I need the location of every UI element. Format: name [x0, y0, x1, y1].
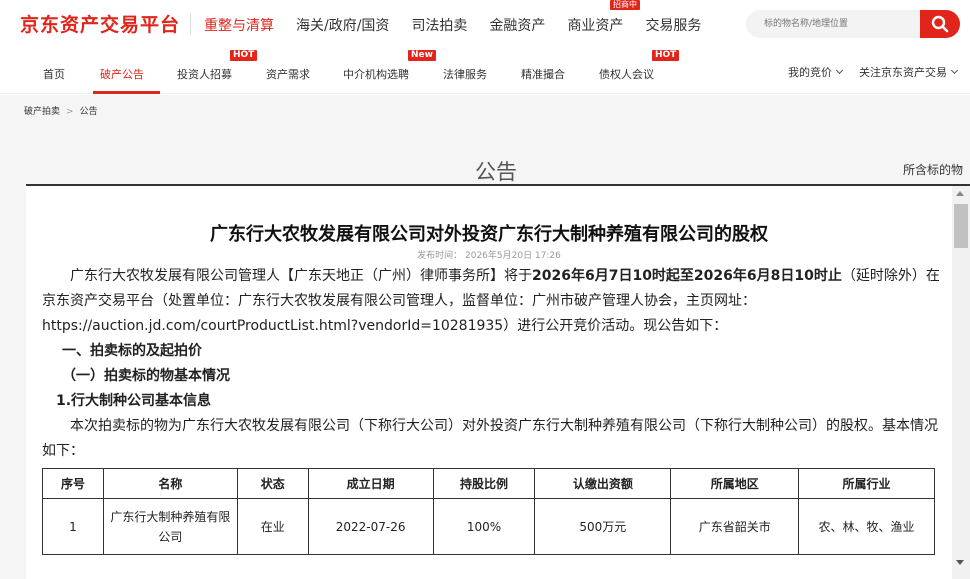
table-header: 认缴出资额 — [534, 468, 672, 499]
table-cell: 1 — [42, 498, 104, 555]
related-items-title: 所含标的物 — [903, 163, 964, 177]
topnav-item-judicial-auction[interactable]: 司法拍卖 — [411, 15, 467, 35]
subsection-heading: （一）拍卖标的物基本情况 — [62, 368, 230, 384]
subnav-item-asset-demand[interactable]: 资产需求 — [266, 66, 310, 82]
active-tab-underline — [93, 91, 160, 94]
equity-info-table: 序号 名称 状态 成立日期 持股比例 认缴出资额 所属地区 所属行业 1 广东行… — [42, 468, 935, 555]
subnav-item-home[interactable]: 首页 — [43, 66, 65, 82]
breadcrumb-current: 公告 — [79, 107, 98, 117]
recruiting-badge: 招商中 — [610, 0, 640, 10]
top-bar: 京东资产交易平台 重整与清算 海关/政府/国资 司法拍卖 金融资产 商业资产 交… — [0, 0, 970, 46]
search-icon — [931, 15, 949, 33]
secondary-nav: 首页 破产公告 投资人招募 资产需求 中介机构选聘 法律服务 精准撮合 债权人会… — [0, 46, 970, 94]
topnav-item-customs-gov[interactable]: 海关/政府/国资 — [296, 15, 389, 35]
subnav-item-investor-recruitment[interactable]: 投资人招募 — [177, 66, 232, 82]
section-heading: 一、拍卖标的及起拍价 — [62, 343, 202, 359]
topnav-item-financial-assets[interactable]: 金融资产 — [489, 15, 545, 35]
table-header: 成立日期 — [307, 468, 434, 499]
page-heading: 公告 — [475, 160, 517, 184]
announcement-panel: 广东行大农牧发展有限公司对外投资广东行大制种养殖有限公司的股权 发布时间： 20… — [26, 186, 952, 579]
scroll-down-arrow-icon[interactable] — [956, 560, 964, 565]
my-bids-label: 我的竞价 — [788, 66, 832, 79]
scroll-up-arrow-icon[interactable] — [956, 191, 964, 196]
table-header: 序号 — [42, 468, 104, 499]
scroll-thumb[interactable] — [954, 204, 968, 248]
breadcrumb: 破产拍卖 > 公告 — [24, 104, 98, 117]
table-header: 名称 — [102, 468, 238, 499]
publish-time: 发布时间： 2026年5月20日 17:26 — [417, 251, 561, 261]
table-header: 所属行业 — [798, 468, 935, 499]
article-title: 广东行大农牧发展有限公司对外投资广东行大制种养殖有限公司的股权 — [210, 224, 768, 245]
subnav-item-legal-services[interactable]: 法律服务 — [443, 66, 487, 82]
subnav-item-creditor-meeting[interactable]: 债权人会议 — [599, 66, 654, 82]
intro-text: 广东行大农牧发展有限公司管理人【广东天地正（广州）律师事务所】将于 — [70, 268, 532, 284]
subsection-heading: 1.行大制种公司基本信息 — [56, 393, 212, 409]
table-cell: 广东省韶关市 — [670, 498, 800, 555]
table-header: 状态 — [236, 468, 309, 499]
table-cell: 农、林、牧、渔业 — [798, 498, 935, 555]
article-body: 广东行大农牧发展有限公司管理人【广东天地正（广州）律师事务所】将于2026年6月… — [42, 264, 942, 464]
breadcrumb-separator-icon: > — [66, 107, 74, 117]
subnav-item-agency-selection[interactable]: 中介机构选聘 — [343, 66, 409, 82]
table-row: 1 广东行大制种养殖有限公司 在业 2022-07-26 100% 500万元 … — [42, 498, 935, 555]
hot-tag: HOT — [652, 50, 680, 61]
basic-info-paragraph: 本次拍卖标的物为广东行大农牧发展有限公司（下称行大公司）对外投资广东行大制种养殖… — [42, 418, 938, 459]
chevron-down-icon — [950, 66, 959, 75]
top-nav: 重整与清算 海关/政府/国资 司法拍卖 金融资产 商业资产 交易服务 — [204, 15, 723, 35]
breadcrumb-link[interactable]: 破产拍卖 — [24, 107, 60, 117]
site-logo[interactable]: 京东资产交易平台 — [20, 10, 180, 37]
subnav-item-precise-matching[interactable]: 精准撮合 — [521, 66, 565, 82]
table-header-row: 序号 名称 状态 成立日期 持股比例 认缴出资额 所属地区 所属行业 — [42, 468, 935, 499]
my-bids-dropdown[interactable]: 我的竞价 — [788, 64, 844, 80]
subnav-item-bankruptcy-notice[interactable]: 破产公告 — [100, 66, 144, 82]
follow-label: 关注京东资产交易 — [859, 66, 947, 79]
chevron-down-icon — [835, 66, 844, 75]
table-cell: 500万元 — [534, 498, 672, 555]
topnav-item-restructuring[interactable]: 重整与清算 — [204, 15, 274, 35]
hot-tag: HOT — [230, 50, 258, 61]
vertical-scrollbar[interactable] — [952, 186, 970, 579]
new-tag: New — [408, 50, 436, 61]
auction-period: 2026年6月7日10时起至2026年6月8日10时止 — [532, 268, 842, 284]
search-button[interactable] — [920, 10, 960, 38]
follow-dropdown[interactable]: 关注京东资产交易 — [859, 64, 959, 80]
table-cell: 2022-07-26 — [307, 498, 434, 555]
logo-divider — [190, 14, 191, 34]
topnav-item-trade-services[interactable]: 交易服务 — [645, 15, 701, 35]
table-cell: 100% — [432, 498, 536, 555]
topnav-item-commercial-assets[interactable]: 商业资产 — [567, 15, 623, 35]
table-header: 所属地区 — [670, 468, 800, 499]
table-cell: 广东行大制种养殖有限公司 — [102, 498, 238, 555]
search-input[interactable] — [746, 10, 920, 38]
intro-paragraph: 广东行大农牧发展有限公司管理人【广东天地正（广州）律师事务所】将于2026年6月… — [42, 264, 942, 339]
table-header: 持股比例 — [432, 468, 536, 499]
table-cell: 在业 — [236, 498, 309, 555]
